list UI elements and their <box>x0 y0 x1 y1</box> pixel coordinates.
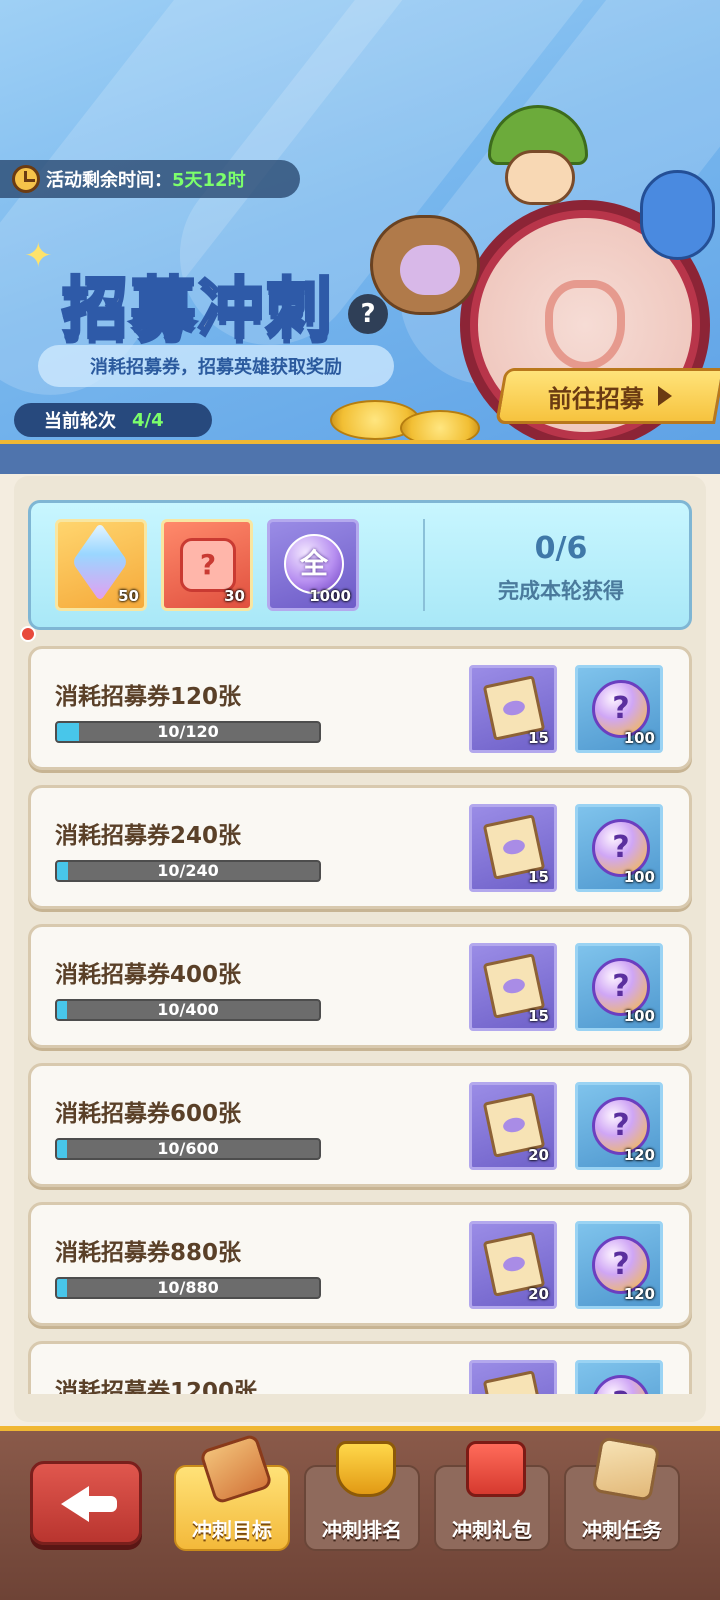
reward-scroll-item[interactable] <box>469 1360 557 1394</box>
task-title: 消耗招募券880张 <box>55 1240 242 1266</box>
timer-label: 活动剩余时间： <box>46 170 172 191</box>
item-count: 15 <box>528 729 549 747</box>
task-title: 消耗招募券400张 <box>55 962 242 988</box>
nav-tab-3[interactable]: 冲刺礼包 <box>434 1441 550 1551</box>
item-count: 100 <box>623 1007 655 1025</box>
reward-orb-item[interactable]: ? <box>575 1360 663 1394</box>
reward-orb-item[interactable]: ? 100 <box>575 804 663 892</box>
mushroom-hero-face <box>505 150 575 205</box>
quill-icon <box>591 1436 661 1502</box>
round-reward-summary: 50 ? 30 全 1000 0/6 完成本轮获得 <box>28 500 692 630</box>
progress-bar: 10/120 <box>55 721 321 743</box>
back-button[interactable] <box>30 1461 142 1545</box>
event-banner: 活动剩余时间： 5天12时 ✦ 招募冲刺 ? 消耗招募券，招募英雄获取奖励 当前… <box>0 0 720 450</box>
progress-bar: 10/400 <box>55 999 321 1021</box>
current-round: 当前轮次 4/4 <box>14 403 212 437</box>
puzzle-icon: ? <box>180 538 236 592</box>
page-title: 招募冲刺 <box>61 269 334 349</box>
question-orb-icon: ? <box>592 1375 650 1394</box>
event-timer: 活动剩余时间： 5天12时 <box>0 160 300 198</box>
panel-header-strip <box>0 440 720 474</box>
go-recruit-label: 前往招募 <box>548 384 644 413</box>
nav-tab-label: 冲刺目标 <box>192 1518 272 1542</box>
flame-emblem-icon <box>545 280 625 370</box>
progress-bar: 10/880 <box>55 1277 321 1299</box>
task-title: 消耗招募券1200张 <box>55 1379 258 1394</box>
task-row: 消耗招募券120张 10/120 15 ? 100 <box>28 646 692 770</box>
bear-hero-face <box>400 245 460 295</box>
item-count: 100 <box>623 868 655 886</box>
gift-icon <box>466 1441 526 1497</box>
trophy-icon <box>336 1441 396 1497</box>
nav-tab-4[interactable]: 冲刺任务 <box>564 1436 680 1551</box>
bottom-nav: 冲刺目标 冲刺排名 冲刺礼包 冲刺任务 <box>0 1426 720 1600</box>
task-row: 消耗招募券400张 10/400 15 ? 100 <box>28 924 692 1048</box>
nav-tab-label: 冲刺任务 <box>582 1518 662 1542</box>
blue-spirit-hero-icon <box>640 170 715 260</box>
nav-tab-label: 冲刺礼包 <box>452 1518 532 1542</box>
task-list[interactable]: 50 ? 30 全 1000 0/6 完成本轮获得 消耗招募券120张 10/1… <box>28 500 692 1394</box>
progress-text: 10/600 <box>157 1139 219 1158</box>
item-count: 120 <box>623 1146 655 1164</box>
divider <box>423 519 425 611</box>
integral-scroll-icon <box>482 1370 546 1394</box>
round-label: 当前轮次 <box>44 411 116 432</box>
progress-text: 10/240 <box>157 861 219 880</box>
clock-icon <box>12 165 40 193</box>
scroll-icon <box>198 1433 274 1505</box>
orb-all-icon: 全 <box>284 534 344 594</box>
event-subtitle: 消耗招募券，招募英雄获取奖励 <box>38 345 394 387</box>
nav-tab-label: 冲刺排名 <box>322 1518 402 1542</box>
progress-bar: 10/240 <box>55 860 321 882</box>
task-row: 消耗招募券240张 10/240 15 ? 100 <box>28 785 692 909</box>
nav-tab-2[interactable]: 冲刺排名 <box>304 1441 420 1551</box>
reward-orb-item[interactable]: ? 120 <box>575 1082 663 1170</box>
reward-scroll-item[interactable]: 20 <box>469 1221 557 1309</box>
task-title: 消耗招募券600张 <box>55 1101 242 1127</box>
back-arrow-icon <box>61 1486 89 1522</box>
task-row: 消耗招募券880张 10/880 20 ? 120 <box>28 1202 692 1326</box>
reward-item[interactable]: ? 30 <box>161 519 253 611</box>
item-count: 15 <box>528 868 549 886</box>
reward-orb-item[interactable]: ? 120 <box>575 1221 663 1309</box>
nav-tab-1[interactable]: 冲刺目标 <box>174 1433 290 1551</box>
item-count: 20 <box>528 1285 549 1303</box>
go-recruit-button[interactable]: 前往招募 <box>495 368 720 424</box>
progress-text: 10/400 <box>157 1000 219 1019</box>
reward-scroll-item[interactable]: 15 <box>469 665 557 753</box>
reward-scroll-item[interactable]: 15 <box>469 804 557 892</box>
item-count: 1000 <box>309 587 351 605</box>
progress-bar: 10/600 <box>55 1138 321 1160</box>
help-icon[interactable]: ? <box>348 294 388 334</box>
reward-item[interactable]: 全 1000 <box>267 519 359 611</box>
round-caption: 完成本轮获得 <box>498 579 624 603</box>
reward-scroll-item[interactable]: 20 <box>469 1082 557 1170</box>
task-row: 消耗招募券1200张 10/1200 ? <box>28 1341 692 1394</box>
sparkle-icon: ✦ <box>24 236 53 276</box>
back-arrow-tail <box>87 1496 117 1512</box>
item-count: 15 <box>528 1007 549 1025</box>
reward-orb-item[interactable]: ? 100 <box>575 665 663 753</box>
task-row: 消耗招募券600张 10/600 20 ? 120 <box>28 1063 692 1187</box>
round-progress: 0/6 <box>534 531 588 566</box>
timer-value: 5天12时 <box>172 170 246 191</box>
item-count: 120 <box>623 1285 655 1303</box>
item-count: 50 <box>118 587 139 605</box>
play-arrow-icon <box>658 386 672 406</box>
round-value: 4/4 <box>132 409 164 431</box>
progress-text: 10/120 <box>157 722 219 741</box>
reward-orb-item[interactable]: ? 100 <box>575 943 663 1031</box>
reward-item[interactable]: 50 <box>55 519 147 611</box>
item-count: 20 <box>528 1146 549 1164</box>
task-panel: 50 ? 30 全 1000 0/6 完成本轮获得 消耗招募券120张 10/1… <box>14 476 706 1422</box>
item-count: 100 <box>623 729 655 747</box>
notification-dot <box>20 626 36 642</box>
progress-text: 10/880 <box>157 1278 219 1297</box>
task-title: 消耗招募券120张 <box>55 684 242 710</box>
item-count: 30 <box>224 587 245 605</box>
reward-scroll-item[interactable]: 15 <box>469 943 557 1031</box>
task-title: 消耗招募券240张 <box>55 823 242 849</box>
